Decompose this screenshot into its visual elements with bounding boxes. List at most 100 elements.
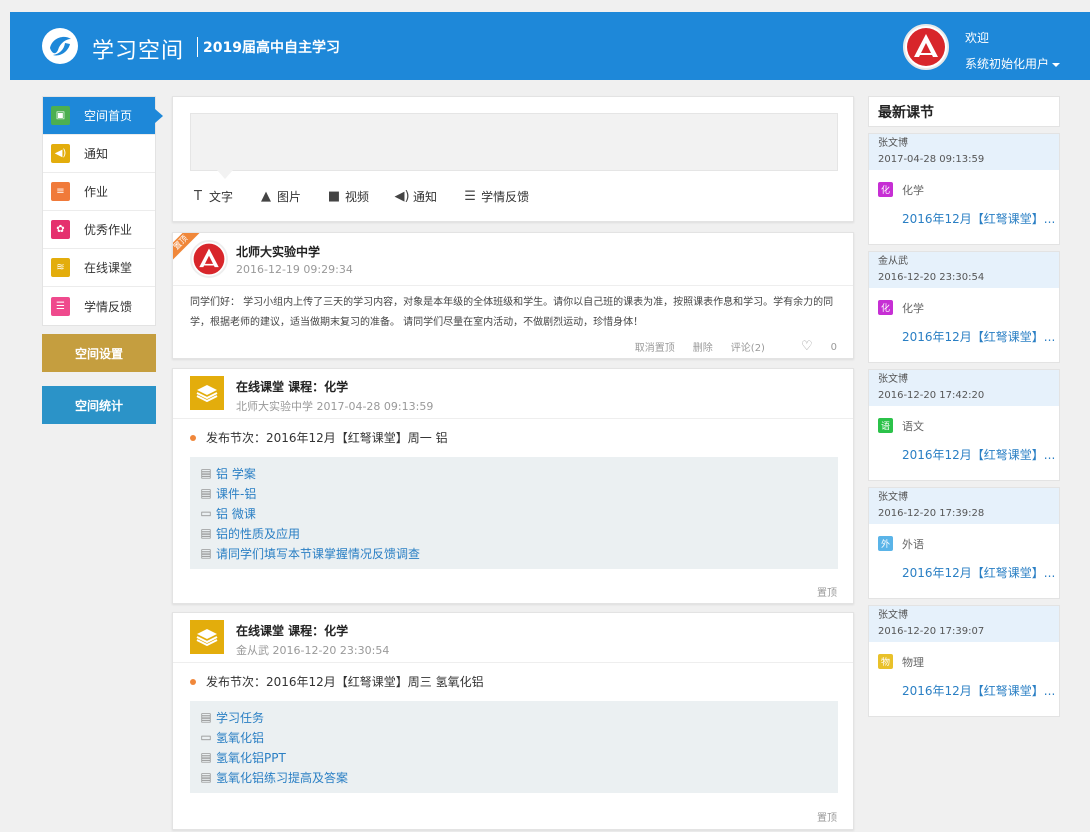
sidebar-item-online-class[interactable]: ≋ 在线课堂 bbox=[43, 249, 155, 287]
resource-link[interactable]: ▤ 课件-铝 bbox=[199, 483, 829, 503]
lesson-time: 2016-12-20 17:42:20 bbox=[878, 390, 985, 401]
document-icon: ▤ bbox=[200, 750, 212, 764]
subject-english-icon: 外 bbox=[878, 536, 893, 551]
resource-link[interactable]: ▤ 氢氧化铝PPT bbox=[199, 747, 829, 767]
sidebar-item-label: 空间首页 bbox=[84, 109, 133, 123]
lesson-subject: 化学 bbox=[902, 302, 924, 315]
like-count: 0 bbox=[830, 342, 837, 353]
lesson-link[interactable]: 2016年12月【红弩课堂】... bbox=[902, 446, 1055, 463]
lesson-link[interactable]: 2016年12月【红弩课堂】... bbox=[902, 682, 1055, 699]
sidebar-nav: ▣ 空间首页 ◀) 通知 ≡ 作业 ✿ 优秀作业 ≋ 在线课堂 ☰ 学情反馈 bbox=[42, 96, 163, 326]
resource-link[interactable]: ▭ 铝 微课 bbox=[199, 503, 829, 523]
image-tool-button[interactable]: ▲ 图片 bbox=[258, 188, 301, 205]
release-info: 发布节次：2016年12月【红弩课堂】周三 氢氧化铝 bbox=[190, 673, 484, 690]
user-avatar[interactable] bbox=[903, 24, 949, 70]
resource-label: 铝的性质及应用 bbox=[216, 526, 301, 541]
post-time: 2016-12-19 09:29:34 bbox=[236, 263, 353, 276]
lesson-teacher: 张文博 bbox=[878, 610, 908, 621]
document-icon: ▤ bbox=[200, 526, 212, 540]
lesson-link[interactable]: 2016年12月【红弩课堂】... bbox=[902, 328, 1055, 345]
resource-link[interactable]: ▤ 学习任务 bbox=[199, 707, 829, 727]
pin-button[interactable]: 置顶 bbox=[817, 584, 837, 599]
course-post: 在线课堂 课程：化学 北师大实验中学 2017-04-28 09:13:59 发… bbox=[172, 368, 854, 604]
tool-label: 视频 bbox=[345, 190, 370, 204]
report-icon: ☰ bbox=[51, 296, 70, 316]
panel-title: 最新课节 bbox=[868, 96, 1060, 127]
lesson-teacher: 张文博 bbox=[878, 138, 908, 149]
lesson-time: 2017-04-28 09:13:59 bbox=[878, 154, 985, 165]
lesson-card: 张文博 2016-12-20 17:39:28 外 外语 2016年12月【红弩课… bbox=[868, 487, 1060, 599]
top-bar: 学习空间 2019届高中自主学习 欢迎 系统初始化用户 bbox=[10, 12, 1090, 80]
school-logo-icon bbox=[907, 28, 945, 66]
lesson-subject: 化学 bbox=[902, 184, 924, 197]
course-meta: 金从武 2016-12-20 23:30:54 bbox=[236, 644, 390, 657]
tool-label: 文字 bbox=[209, 190, 234, 204]
resource-label: 铝 学案 bbox=[216, 466, 256, 481]
sidebar-item-label: 学情反馈 bbox=[84, 299, 133, 314]
resource-label: 课件-铝 bbox=[216, 486, 257, 501]
resource-label: 铝 微课 bbox=[216, 506, 256, 521]
course-meta: 北师大实验中学 2017-04-28 09:13:59 bbox=[236, 400, 434, 413]
sidebar-item-homework[interactable]: ≡ 作业 bbox=[43, 173, 155, 211]
video-icon: ▭ bbox=[200, 730, 212, 744]
resource-list: ▤ 铝 学案 ▤ 课件-铝 ▭ 铝 微课 ▤ 铝的性质及应用 ▤ 请同学们填写本节课掌握情… bbox=[190, 457, 838, 569]
video-tool-button[interactable]: ■ 视频 bbox=[326, 188, 369, 205]
document-icon: ▤ bbox=[200, 466, 212, 480]
sidebar-item-feedback[interactable]: ☰ 学情反馈 bbox=[43, 287, 155, 325]
heart-icon: ♡ bbox=[800, 339, 813, 354]
resource-link[interactable]: ▤ 铝 学案 bbox=[199, 463, 829, 483]
brand-title: 学习空间 bbox=[92, 39, 185, 64]
welcome-text: 欢迎 bbox=[965, 31, 990, 45]
like-button[interactable]: ♡ 0 bbox=[783, 339, 837, 354]
resource-link[interactable]: ▤ 氢氧化铝练习提高及答案 bbox=[199, 767, 829, 787]
resource-link[interactable]: ▤ 请同学们填写本节课掌握情况反馈调查 bbox=[199, 543, 829, 563]
sidebar-item-excellent-homework[interactable]: ✿ 优秀作业 bbox=[43, 211, 155, 249]
notice-tool-button[interactable]: ◀) 通知 bbox=[394, 188, 438, 205]
divider bbox=[173, 418, 853, 419]
bullet-icon bbox=[190, 678, 196, 685]
text-tool-button[interactable]: T 文字 bbox=[190, 188, 233, 205]
document-icon: ▤ bbox=[200, 770, 212, 784]
username: 系统初始化用户 bbox=[965, 57, 1050, 71]
stack-icon: ≋ bbox=[51, 258, 70, 277]
lesson-link[interactable]: 2016年12月【红弩课堂】... bbox=[902, 564, 1055, 581]
unpin-button[interactable]: 取消置顶 bbox=[635, 339, 675, 354]
course-post: 在线课堂 课程：化学 金从武 2016-12-20 23:30:54 发布节次：… bbox=[172, 612, 854, 830]
post-author[interactable]: 北师大实验中学 bbox=[236, 243, 320, 260]
user-menu[interactable]: 系统初始化用户 bbox=[965, 55, 1061, 72]
resource-link[interactable]: ▭ 氢氧化铝 bbox=[199, 727, 829, 747]
lesson-subject: 物理 bbox=[902, 656, 924, 669]
course-title[interactable]: 在线课堂 课程：化学 bbox=[236, 622, 348, 639]
resource-link[interactable]: ▤ 铝的性质及应用 bbox=[199, 523, 829, 543]
post-composer: T 文字 ▲ 图片 ■ 视频 ◀) 通知 ☰ 学情反馈 bbox=[172, 96, 854, 222]
pin-button[interactable]: 置顶 bbox=[817, 809, 837, 824]
compose-input[interactable] bbox=[190, 113, 838, 179]
course-title[interactable]: 在线课堂 课程：化学 bbox=[236, 378, 348, 395]
award-icon: ✿ bbox=[51, 220, 70, 239]
lesson-time: 2016-12-20 17:39:28 bbox=[878, 508, 985, 519]
resource-label: 请同学们填写本节课掌握情况反馈调查 bbox=[216, 546, 421, 561]
composer-toolbar: T 文字 ▲ 图片 ■ 视频 ◀) 通知 ☰ 学情反馈 bbox=[190, 188, 554, 205]
comment-button[interactable]: 评论(2) bbox=[731, 339, 765, 354]
stack-icon bbox=[190, 376, 224, 410]
sidebar-item-label: 通知 bbox=[84, 147, 109, 161]
brand-divider bbox=[197, 37, 198, 57]
lesson-time: 2016-12-20 17:39:07 bbox=[878, 626, 985, 637]
post-avatar[interactable] bbox=[190, 240, 228, 278]
sidebar-item-label: 优秀作业 bbox=[84, 223, 133, 237]
lesson-teacher: 张文博 bbox=[878, 492, 908, 503]
delete-button[interactable]: 删除 bbox=[693, 339, 713, 354]
lesson-link[interactable]: 2016年12月【红弩课堂】... bbox=[902, 210, 1055, 227]
school-logo-icon bbox=[193, 243, 225, 275]
space-stats-button[interactable]: 空间统计 bbox=[42, 386, 156, 424]
sidebar-item-label: 作业 bbox=[84, 185, 109, 199]
divider bbox=[173, 662, 853, 663]
lesson-card: 张文博 2017-04-28 09:13:59 化 化学 2016年12月【红弩课… bbox=[868, 133, 1060, 245]
text-icon: T bbox=[194, 189, 202, 204]
resource-label: 氢氧化铝PPT bbox=[216, 750, 286, 765]
feedback-tool-button[interactable]: ☰ 学情反馈 bbox=[462, 188, 529, 205]
sidebar-item-home[interactable]: ▣ 空间首页 bbox=[43, 97, 163, 135]
sidebar: ▣ 空间首页 ◀) 通知 ≡ 作业 ✿ 优秀作业 ≋ 在线课堂 ☰ 学情反馈 空… bbox=[42, 96, 163, 424]
space-settings-button[interactable]: 空间设置 bbox=[42, 334, 156, 372]
sidebar-item-notice[interactable]: ◀) 通知 bbox=[43, 135, 155, 173]
